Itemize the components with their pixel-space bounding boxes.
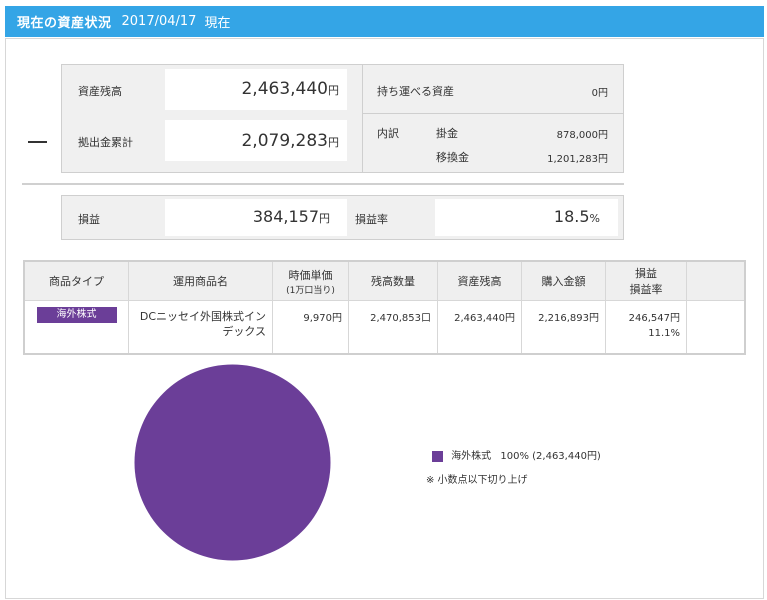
row-type: 海外株式 — [24, 300, 129, 354]
row-profit-amount: 246,547円 — [628, 313, 680, 324]
portable-divider — [363, 113, 623, 114]
row-profit-rate: 11.1% — [648, 328, 680, 339]
holdings-table: 商品タイプ 運用商品名 時価単価 (1万口当り) 残高数量 資産残高 購入金額 … — [23, 260, 746, 355]
profit-amount: 384,157 — [252, 207, 319, 226]
th-unit-price-sub: (1万口当り) — [286, 285, 335, 296]
kakekin-value: 878,000円 — [556, 130, 608, 141]
profit-rate-label: 損益率 — [355, 213, 388, 226]
th-profit-main: 損益 — [635, 267, 657, 280]
row-profit: 246,547円 11.1% — [605, 300, 687, 354]
percent-unit: % — [589, 212, 600, 225]
th-purchase: 購入金額 — [521, 261, 606, 301]
yen-unit: 円 — [328, 136, 339, 149]
row-unit-price: 9,970円 — [272, 300, 349, 354]
contribution-label: 拠出金累計 — [78, 136, 133, 149]
table-row: 海外株式 DCニッセイ外国株式インデックス 9,970円 2,470,853口 … — [24, 300, 746, 355]
th-balance: 資産残高 — [437, 261, 522, 301]
transfer-value: 1,201,283円 — [547, 154, 608, 165]
allocation-pie-chart — [134, 364, 331, 561]
pie-legend: 海外株式 100% (2,463,440円) — [432, 447, 601, 462]
kakekin-label: 掛金 — [436, 127, 458, 140]
category-badge: 海外株式 — [36, 307, 117, 323]
th-product: 運用商品名 — [128, 261, 273, 301]
th-quantity: 残高数量 — [348, 261, 438, 301]
row-blank — [687, 301, 746, 355]
asset-balance-value: 2,463,440円 — [170, 79, 339, 99]
th-profit-rate: 損益率 — [629, 283, 663, 296]
table-header-row: 商品タイプ 運用商品名 時価単価 (1万口当り) 残高数量 資産残高 購入金額 … — [24, 261, 745, 301]
collapse-toggle[interactable] — [28, 141, 47, 143]
pie-slice-1 — [134, 364, 331, 561]
contribution-amount: 2,079,283 — [241, 131, 328, 151]
contribution-value: 2,079,283円 — [170, 131, 339, 151]
page-title: 現在の資産状況 — [17, 16, 112, 31]
profit-rate-number: 18.5 — [553, 207, 590, 226]
as-of-label: 現在 — [204, 16, 231, 31]
breakdown-label: 内訳 — [377, 127, 399, 140]
fund-name-link[interactable]: DCニッセイ外国株式インデックス — [128, 300, 273, 354]
legend-detail: 100% (2,463,440円) — [500, 451, 601, 462]
profit-rate-value: 18.5% — [440, 207, 600, 226]
th-type: 商品タイプ — [24, 261, 129, 301]
section-divider — [22, 183, 624, 185]
profit-label: 損益 — [78, 213, 100, 226]
th-blank — [686, 261, 745, 301]
profit-value: 384,157円 — [170, 207, 330, 226]
asset-balance-amount: 2,463,440 — [241, 79, 328, 99]
portable-assets-value: 0円 — [591, 88, 608, 99]
page-header: 現在の資産状況 2017/04/17 現在 — [5, 6, 764, 37]
th-profit: 損益 損益率 — [605, 261, 687, 301]
transfer-label: 移換金 — [436, 151, 469, 164]
as-of-date: 2017/04/17 — [121, 14, 197, 29]
th-unit-price-main: 時価単価 — [288, 268, 333, 282]
yen-unit: 円 — [328, 84, 339, 97]
legend-label: 海外株式 — [451, 451, 492, 462]
th-unit-price: 時価単価 (1万口当り) — [272, 261, 349, 301]
asset-balance-label: 資産残高 — [78, 85, 122, 98]
rounding-note: ※ 小数点以下切り上げ — [426, 475, 528, 486]
row-balance: 2,463,440円 — [437, 300, 522, 354]
yen-unit: 円 — [319, 212, 330, 225]
row-quantity: 2,470,853口 — [348, 300, 438, 354]
legend-swatch — [432, 450, 443, 462]
row-purchase: 2,216,893円 — [521, 300, 606, 354]
pie-slices — [134, 364, 331, 561]
portable-assets-label: 持ち運べる資産 — [377, 85, 454, 98]
